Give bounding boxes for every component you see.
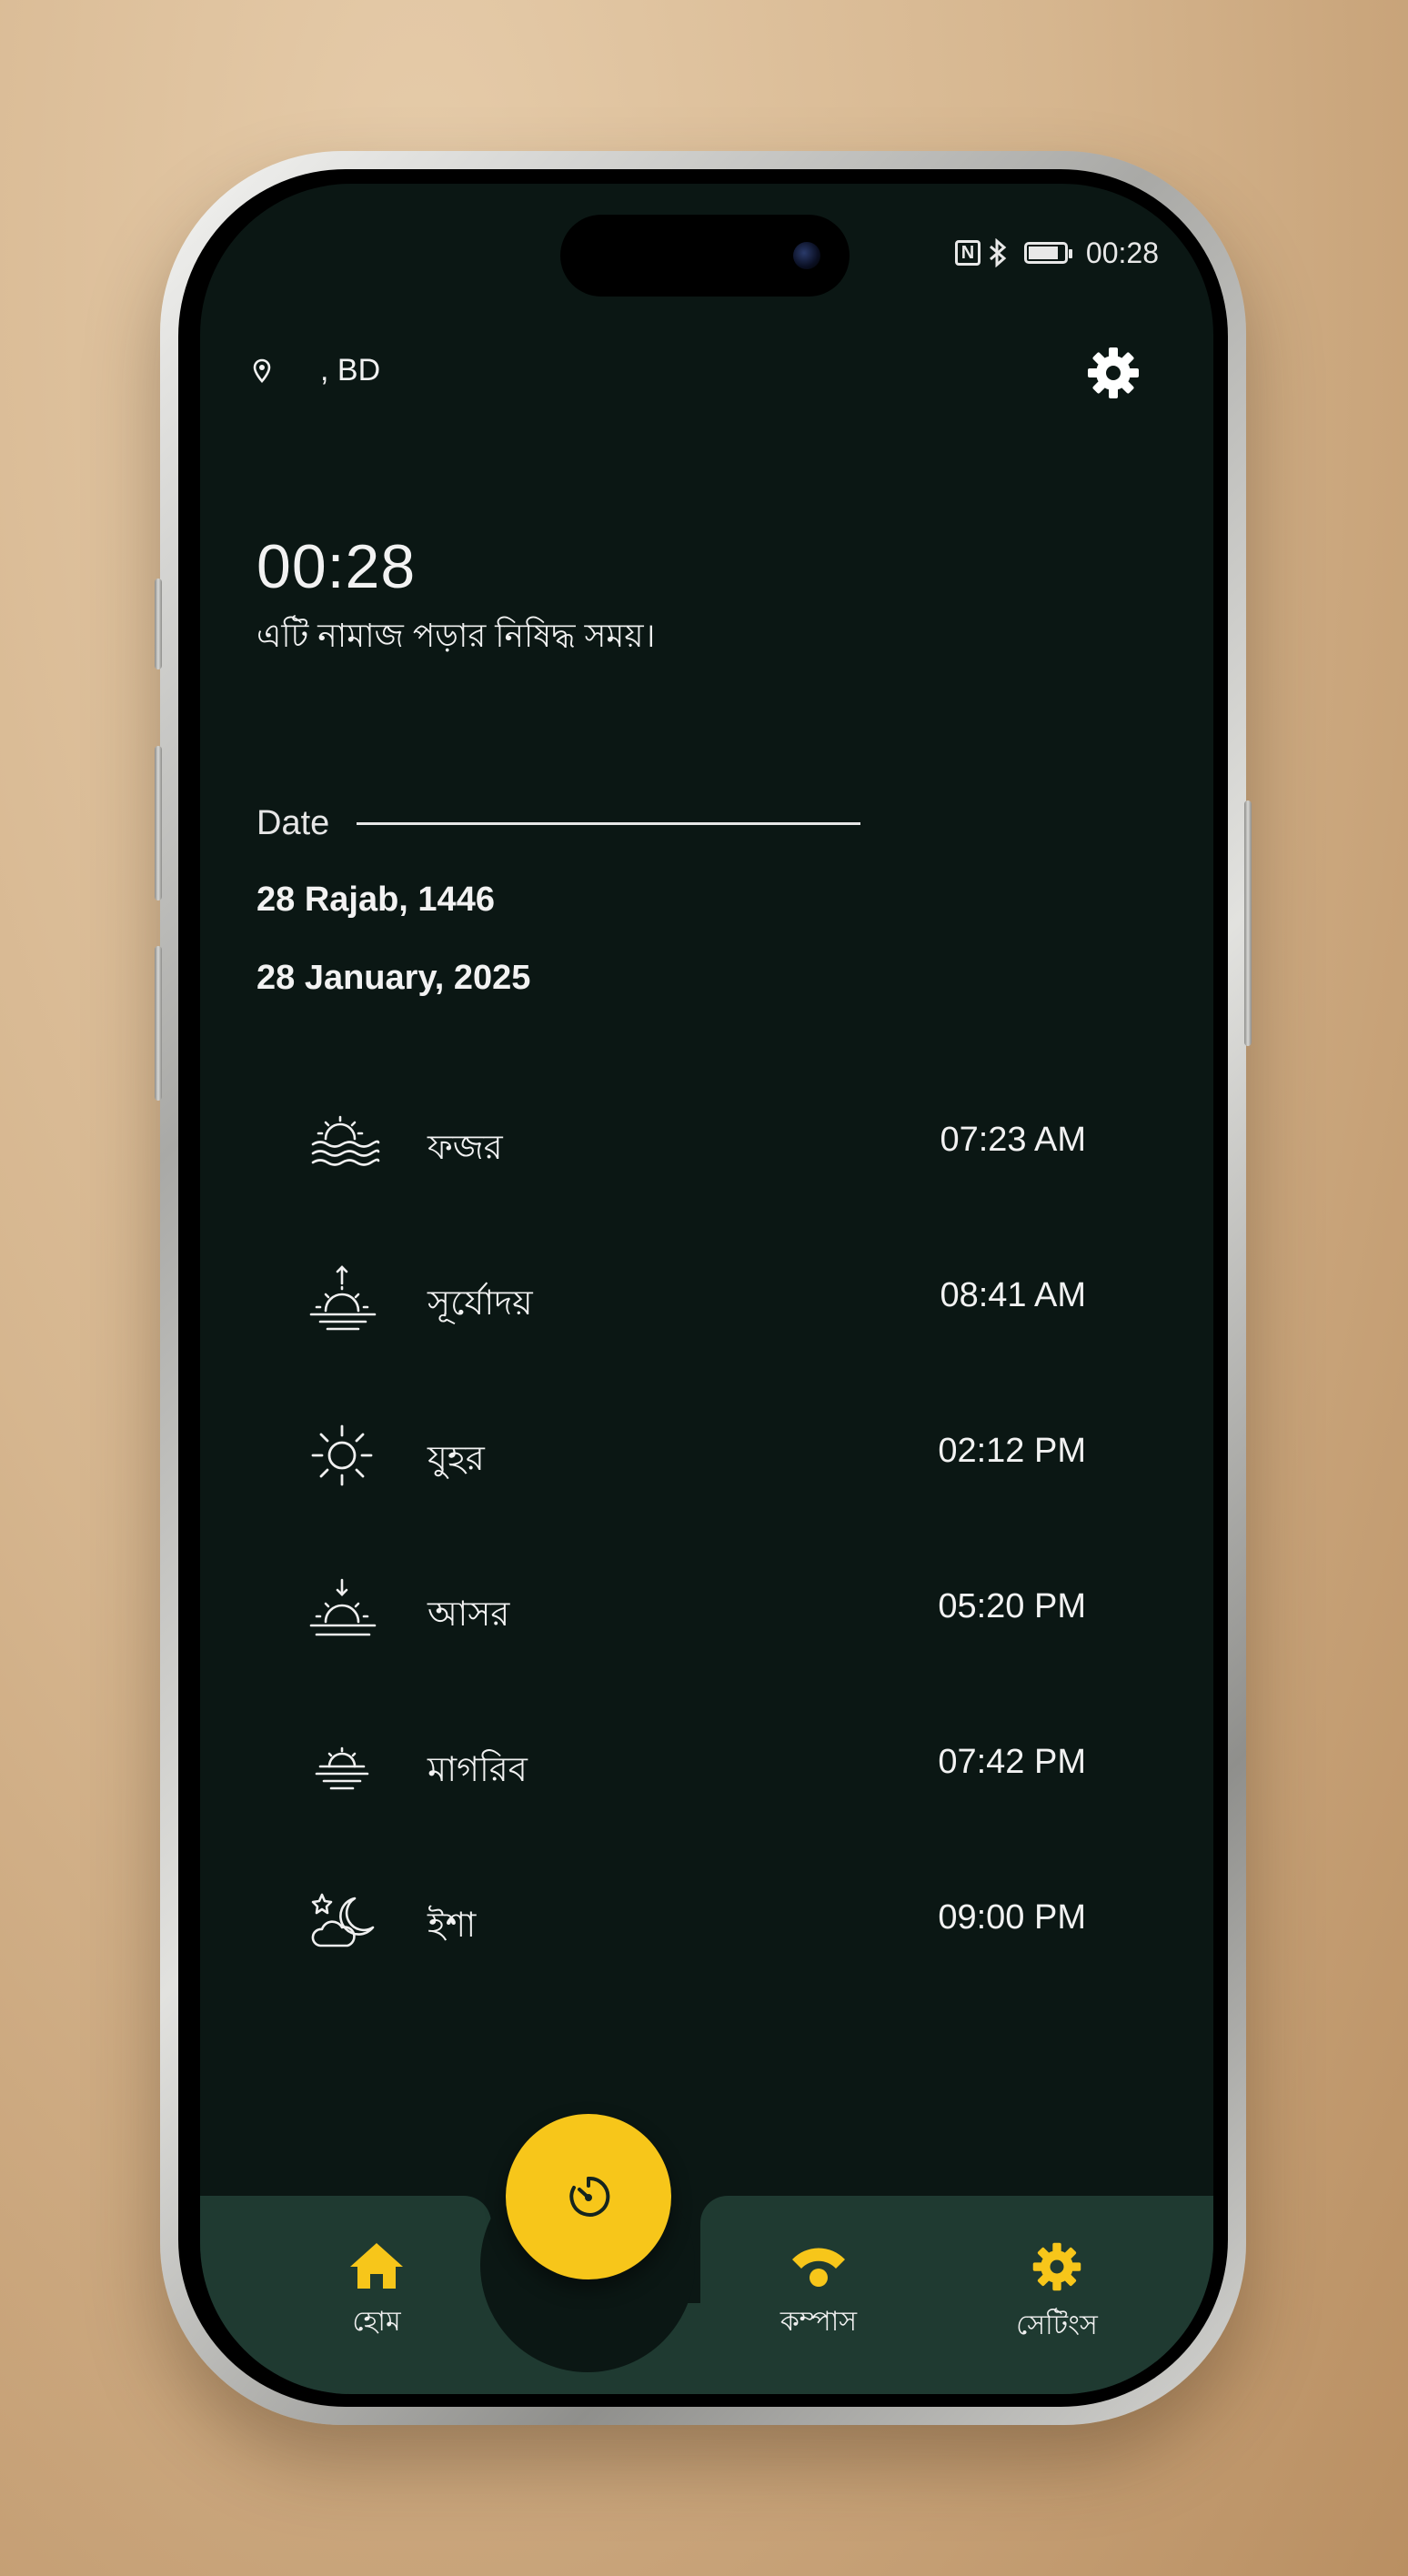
home-icon [350,2243,403,2289]
prayer-time: 07:23 AM [940,1121,1086,1159]
prayer-time: 05:20 PM [938,1587,1086,1625]
prayer-time: 07:42 PM [938,1743,1086,1781]
prayer-status-message: এটি নামাজ পড়ার নিষিদ্ধ সময়। [256,617,656,654]
prayer-time: 08:41 AM [940,1276,1086,1314]
prayer-name: ফজর [427,1129,503,1167]
power-button [1244,800,1252,1046]
prayer-timer-button[interactable] [506,2114,671,2279]
action-button [155,579,162,669]
fajr-icon [311,1115,380,1166]
prayer-name: মাগরিব [427,1751,528,1789]
nav-home[interactable]: হোম [286,2239,468,2346]
nav-settings[interactable]: সেটিংস [966,2239,1148,2350]
status-time: 00:28 [1085,236,1159,269]
nfc-icon: N [954,240,981,266]
prayer-time: 02:12 PM [938,1432,1086,1470]
battery-icon [1023,242,1072,264]
isha-icon [311,1893,375,1947]
prayer-row-fajr[interactable]: ফজর 07:23 AM [200,1088,1213,1243]
prayer-name: আসর [427,1595,510,1634]
prayer-row-dhuhr[interactable]: যুহর 02:12 PM [200,1399,1213,1555]
prayer-row-maghrib[interactable]: মাগরিব 07:42 PM [200,1710,1213,1866]
status-bar: N 00:28 [954,235,1159,271]
current-time: 00:28 [256,532,417,601]
location-label: , BD [320,353,381,387]
settings-gear-icon [1032,2242,1081,2291]
gregorian-date: 28 January, 2025 [256,959,531,997]
prayer-name: যুহর [427,1440,485,1478]
prayer-time: 09:00 PM [938,1898,1086,1937]
nav-home-label: হোম [352,2307,401,2337]
prayer-row-sunrise[interactable]: সূর্যোদয় 08:41 AM [200,1243,1213,1399]
bottom-navigation: হোম কম্পাস সেটিংস [200,2114,1213,2394]
hijri-date: 28 Rajab, 1446 [256,880,495,919]
sunrise-icon [309,1265,377,1331]
prayer-name: ইশা [427,1907,477,1945]
date-header: Date [256,804,861,843]
date-label: Date [256,804,330,842]
asr-icon [309,1578,377,1636]
date-divider [357,822,861,825]
timer-icon [569,2176,610,2217]
location[interactable]: , BD [253,353,380,388]
phone-screen: N 00:28 , BD 00:28 এটি নামাজ পড়ার নিষিদ… [200,184,1213,2394]
sun-icon [311,1424,373,1486]
volume-down-button [155,946,162,1101]
compass-icon [792,2248,845,2287]
prayer-list: ফজর 07:23 AM সূর্যোদয় 08:41 AM যুহর 02:… [200,1088,1213,2021]
prayer-row-asr[interactable]: আসর 05:20 PM [200,1555,1213,1710]
front-camera [793,242,820,269]
gear-icon[interactable] [1084,344,1142,402]
prayer-row-isha[interactable]: ইশা 09:00 PM [200,1866,1213,2021]
nav-compass-label: কম্পাস [779,2307,858,2337]
nav-compass[interactable]: কম্পাস [728,2239,910,2346]
bluetooth-icon [989,238,1007,267]
prayer-name: সূর্যোদয় [427,1284,533,1323]
maghrib-icon [315,1746,369,1790]
nav-settings-label: সেটিংস [1016,2310,1098,2340]
volume-up-button [155,746,162,901]
map-pin-icon [253,358,271,383]
